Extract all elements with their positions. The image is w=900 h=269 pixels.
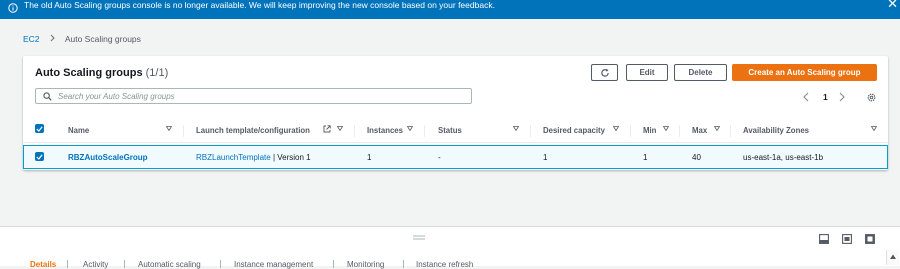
tab-divider bbox=[67, 260, 68, 268]
delete-button[interactable]: Delete bbox=[674, 64, 727, 81]
instances-cell: 1 bbox=[367, 153, 372, 162]
breadcrumb-ec2-link[interactable]: EC2 bbox=[23, 34, 40, 44]
table-row[interactable]: RBZAutoScaleGroup RBZLaunchTemplate | Ve… bbox=[23, 145, 888, 169]
pagination: 1 bbox=[803, 92, 883, 104]
sort-caret-icon[interactable] bbox=[166, 126, 172, 131]
refresh-icon bbox=[600, 68, 609, 77]
sort-caret-icon[interactable] bbox=[407, 126, 413, 131]
sort-caret-icon[interactable] bbox=[663, 126, 669, 131]
info-banner: The old Auto Scaling groups console is n… bbox=[0, 0, 900, 19]
external-link-icon[interactable] bbox=[323, 125, 331, 133]
status-cell: - bbox=[438, 153, 441, 162]
column-instances[interactable]: Instances bbox=[367, 126, 403, 135]
availability-zones-cell: us-east-1a, us-east-1b bbox=[743, 153, 824, 162]
column-divider bbox=[630, 125, 631, 137]
refresh-button[interactable] bbox=[591, 64, 618, 81]
info-icon bbox=[8, 3, 18, 13]
edit-button[interactable]: Edit bbox=[626, 64, 668, 81]
column-status[interactable]: Status bbox=[438, 126, 462, 135]
scroll-up-button[interactable] bbox=[886, 250, 899, 265]
search-input[interactable] bbox=[58, 91, 438, 101]
column-divider bbox=[730, 125, 731, 137]
launch-template-version: | Version 1 bbox=[272, 153, 311, 162]
panel-bottom-icon[interactable] bbox=[819, 234, 829, 244]
panel-title-text: Auto Scaling groups bbox=[35, 67, 143, 79]
panel-count: (1/1) bbox=[145, 67, 169, 79]
tab-divider bbox=[403, 260, 404, 268]
search-box bbox=[35, 88, 472, 104]
column-divider bbox=[530, 125, 531, 137]
tab-divider bbox=[124, 260, 125, 268]
checkmark-icon bbox=[36, 153, 43, 160]
details-split-panel: Details Activity Automatic scaling Insta… bbox=[0, 226, 900, 269]
sort-caret-icon[interactable] bbox=[337, 126, 343, 131]
banner-message: The old Auto Scaling groups console is n… bbox=[24, 0, 495, 10]
sort-caret-icon[interactable] bbox=[714, 126, 720, 131]
sort-caret-icon[interactable] bbox=[513, 126, 519, 131]
column-name[interactable]: Name bbox=[68, 126, 89, 135]
panel-title: Auto Scaling groups (1/1) bbox=[35, 67, 168, 79]
row-checkbox[interactable] bbox=[35, 152, 44, 161]
column-min[interactable]: Min bbox=[643, 126, 656, 135]
asg-name-link[interactable]: RBZAutoScaleGroup bbox=[68, 153, 148, 162]
sort-caret-icon[interactable] bbox=[871, 126, 877, 131]
column-availability-zones[interactable]: Availability Zones bbox=[743, 126, 809, 135]
chevron-left-icon[interactable] bbox=[803, 92, 809, 102]
column-divider bbox=[679, 125, 680, 137]
launch-template-link[interactable]: RBZLaunchTemplate bbox=[196, 153, 271, 162]
tab-divider bbox=[333, 260, 334, 268]
drag-handle-icon[interactable] bbox=[413, 235, 425, 240]
column-divider bbox=[183, 125, 184, 137]
breadcrumb-current: Auto Scaling groups bbox=[64, 34, 141, 44]
tab-divider bbox=[220, 260, 221, 268]
create-auto-scaling-group-button[interactable]: Create an Auto Scaling group bbox=[732, 64, 877, 81]
chevron-right-icon bbox=[50, 34, 55, 42]
checkmark-icon bbox=[36, 125, 43, 132]
column-desired-capacity[interactable]: Desired capacity bbox=[543, 126, 605, 135]
select-all-checkbox[interactable] bbox=[35, 124, 44, 133]
sort-caret-icon[interactable] bbox=[613, 126, 619, 131]
column-divider bbox=[354, 125, 355, 137]
auto-scaling-groups-panel: Auto Scaling groups (1/1) Edit Delete Cr… bbox=[23, 56, 888, 170]
desired-capacity-cell: 1 bbox=[543, 153, 548, 162]
column-launch-template[interactable]: Launch template/configuration bbox=[196, 126, 310, 135]
table-header: Name Launch template/configuration Insta… bbox=[23, 118, 888, 143]
panel-hide-icon[interactable] bbox=[865, 234, 875, 244]
column-divider bbox=[424, 125, 425, 137]
breadcrumb: EC2 Auto Scaling groups bbox=[23, 34, 141, 44]
panel-side-icon[interactable] bbox=[842, 234, 852, 244]
chevron-up-icon bbox=[890, 254, 896, 259]
gear-icon[interactable] bbox=[866, 92, 877, 103]
current-page[interactable]: 1 bbox=[823, 92, 828, 102]
banner-close-icon[interactable]: ✕ bbox=[887, 0, 898, 10]
search-icon bbox=[43, 91, 52, 101]
launch-template-cell: RBZLaunchTemplate | Version 1 bbox=[196, 153, 311, 162]
chevron-right-icon[interactable] bbox=[839, 92, 845, 102]
column-max[interactable]: Max bbox=[692, 126, 707, 135]
max-cell: 40 bbox=[692, 153, 701, 162]
min-cell: 1 bbox=[643, 153, 648, 162]
